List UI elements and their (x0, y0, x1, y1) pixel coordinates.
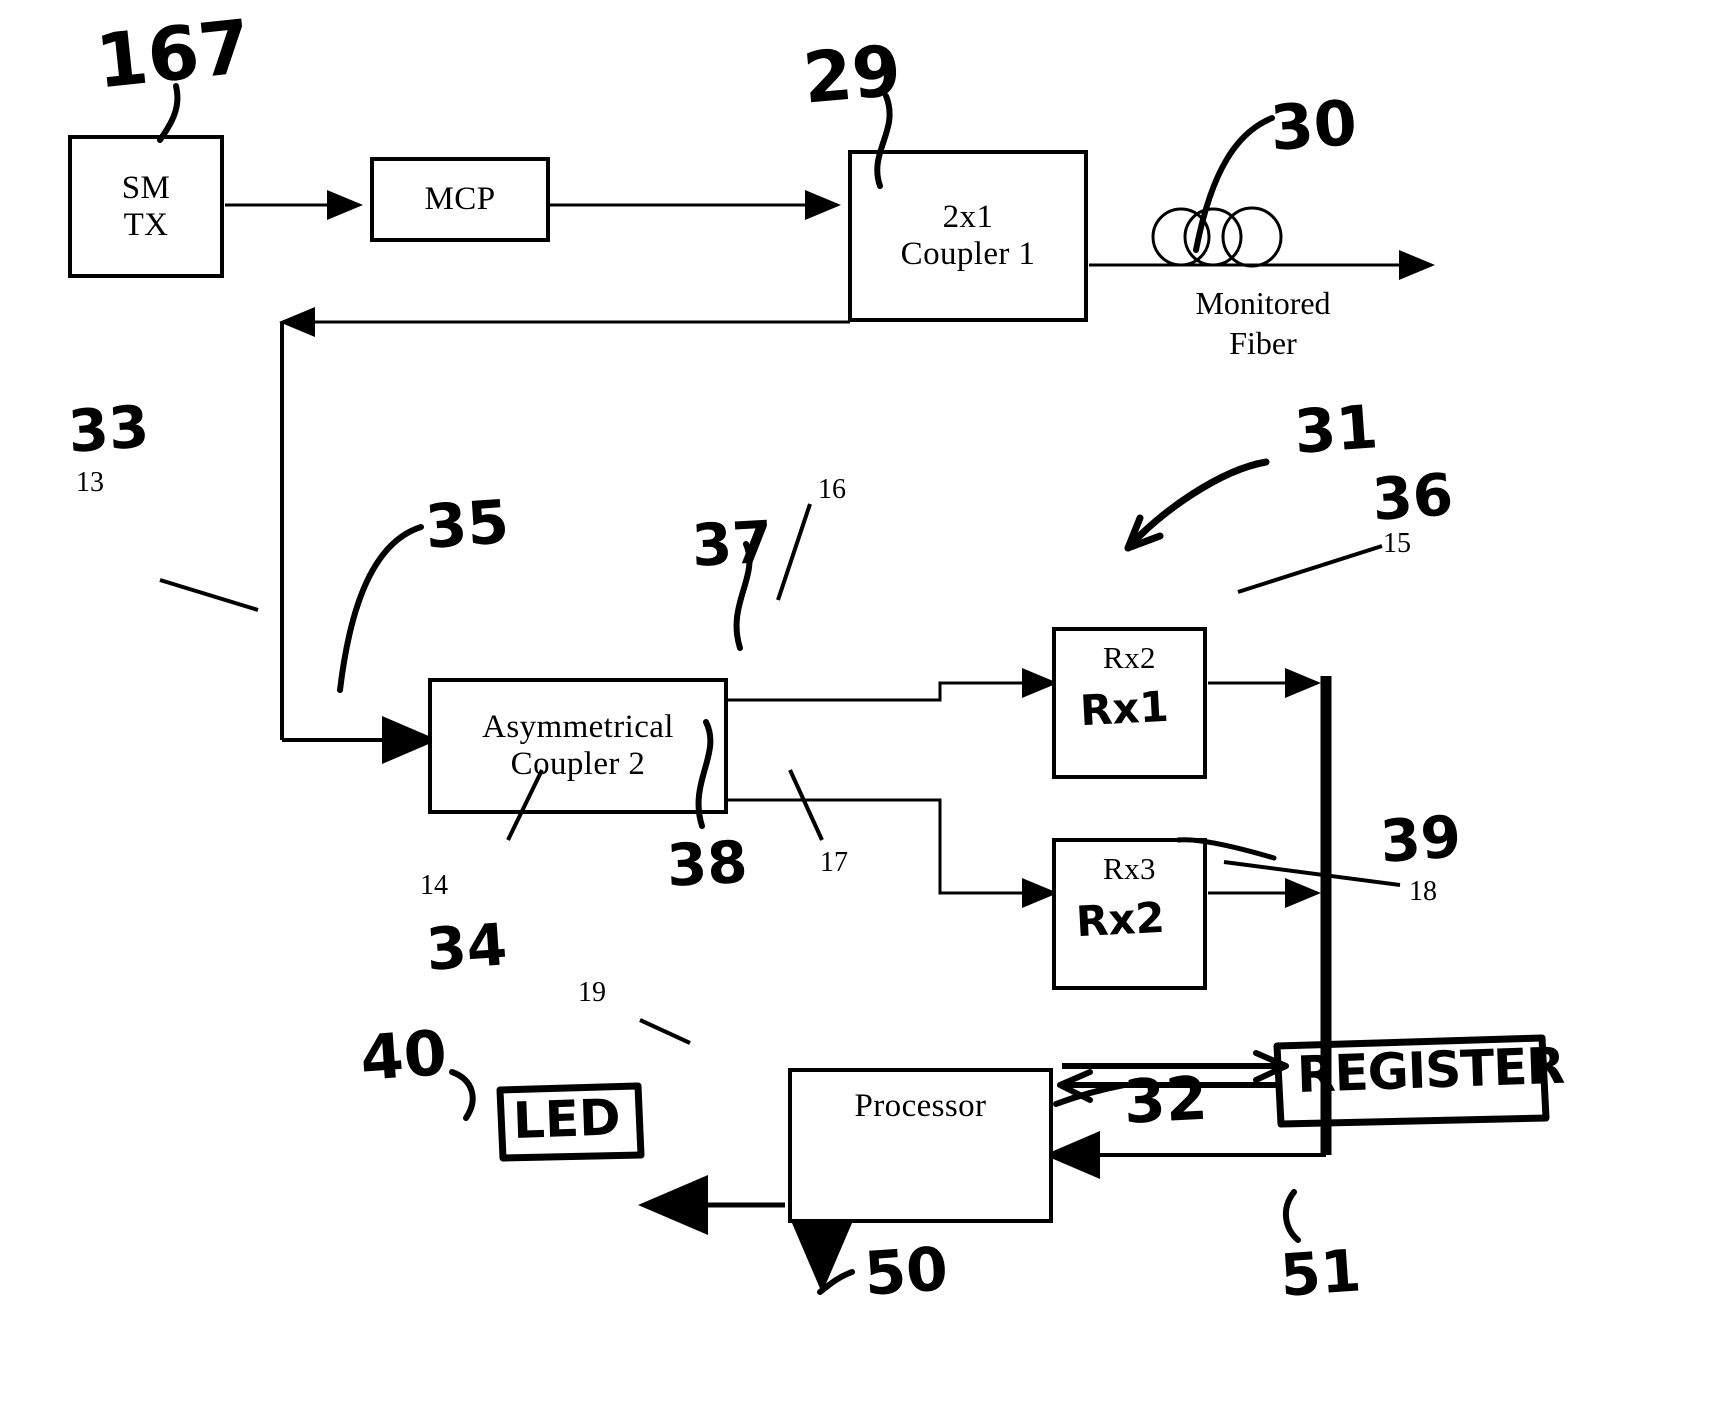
hand-ref-36: 36 (1370, 460, 1456, 534)
hand-ref-167: 167 (92, 3, 255, 106)
hand-ref-37: 37 (690, 507, 775, 580)
hand-leader-35 (337, 524, 424, 693)
hand-ref-31: 31 (1292, 392, 1381, 468)
hand-leader-31 (1124, 458, 1270, 552)
hand-led-label: LED (512, 1088, 622, 1150)
handwritten-leaders-layer (157, 83, 1550, 1295)
hand-ref-39: 39 (1378, 802, 1464, 876)
hand-leader-51 (1282, 1189, 1301, 1243)
patent-figure-canvas: SM TX MCP 2x1 Coupler 1 Asymmetrical Cou… (0, 0, 1731, 1403)
hand-ref-34: 34 (424, 910, 510, 984)
hand-ref-32: 32 (1122, 1063, 1210, 1138)
hand-ref-51: 51 (1278, 1236, 1364, 1310)
hand-leader-40 (449, 1069, 476, 1121)
hand-ref-40: 40 (358, 1015, 450, 1095)
hand-register-label: REGISTER (1296, 1036, 1565, 1104)
hand-leader-30 (1193, 115, 1275, 253)
hand-ref-38: 38 (665, 827, 750, 900)
hand-ref-33: 33 (66, 392, 152, 466)
hand-leader-39 (1175, 837, 1277, 861)
hand-leader-50 (817, 1269, 855, 1295)
hand-ref-35: 35 (423, 487, 512, 563)
hand-ref-50: 50 (862, 1234, 951, 1310)
hand-ref-30: 30 (1268, 85, 1360, 165)
hand-ref-29: 29 (800, 29, 905, 120)
hand-leader-38 (695, 719, 714, 829)
